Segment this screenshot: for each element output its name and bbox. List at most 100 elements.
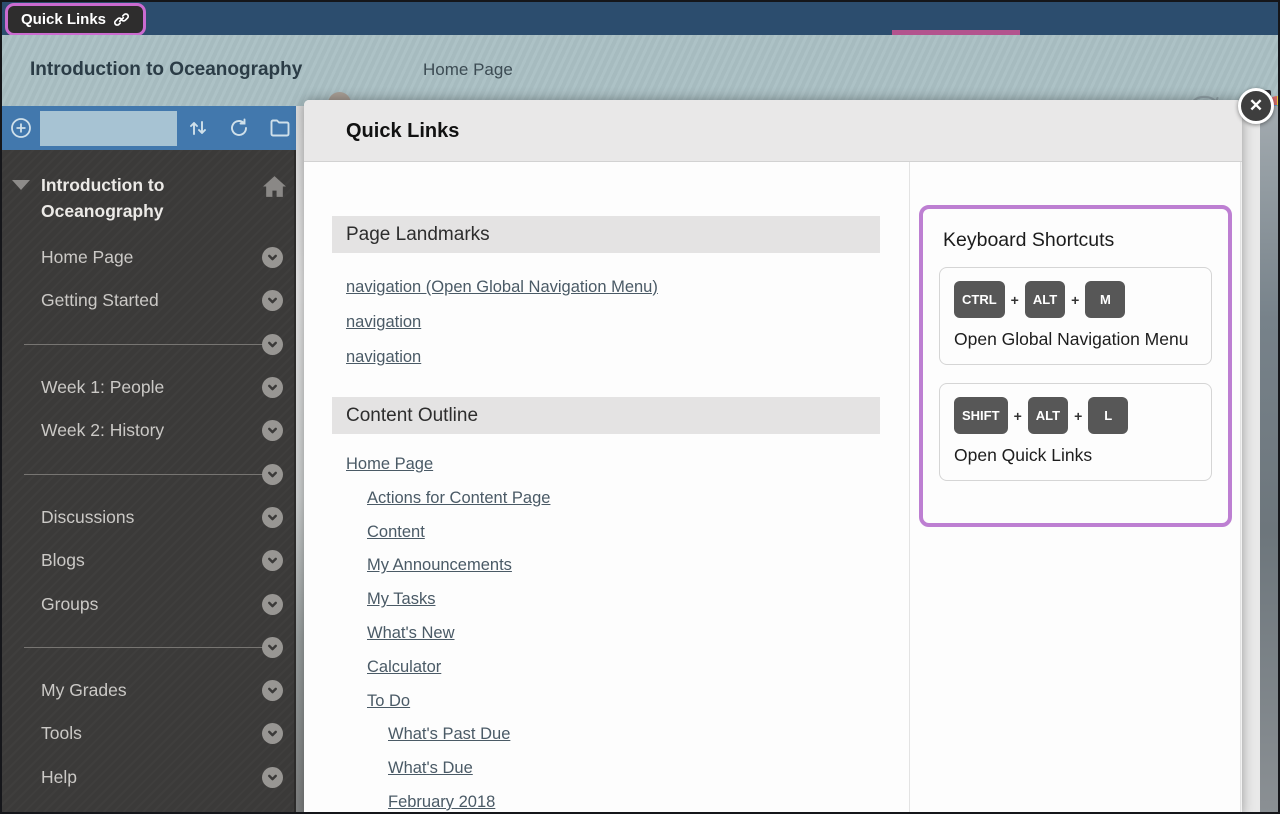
outline-link[interactable]: What's Past Due	[388, 725, 510, 743]
outline-link[interactable]: February 2018	[388, 793, 495, 811]
outline-link[interactable]: My Tasks	[367, 590, 435, 608]
modal-right-column: Keyboard Shortcuts CTRL + ALT + M Open Global…	[910, 162, 1242, 814]
keyboard-shortcuts-panel: Keyboard Shortcuts CTRL + ALT + M Open Global…	[919, 205, 1232, 527]
chevron-down-icon[interactable]	[262, 680, 283, 701]
sidebar-divider	[2, 452, 294, 495]
chevron-down-icon[interactable]	[262, 507, 283, 528]
content-outline-heading: Content Outline	[332, 397, 880, 434]
sidebar-item-label: Getting Started	[41, 290, 159, 311]
keyboard-shortcuts-heading: Keyboard Shortcuts	[943, 229, 1212, 252]
landmark-list: navigation (Open Global Navigation Menu)…	[346, 270, 909, 375]
landmark-link[interactable]: navigation	[346, 348, 421, 366]
divider-line	[24, 344, 268, 345]
keycap-l: L	[1088, 397, 1128, 434]
keycap-shift: SHIFT	[954, 397, 1008, 434]
divider-line	[24, 647, 268, 648]
keycap-alt: ALT	[1028, 397, 1068, 434]
sidebar-item-getting-started[interactable]: Getting Started	[2, 279, 294, 322]
outline-link[interactable]: What's New	[367, 624, 455, 642]
add-icon[interactable]	[9, 116, 33, 140]
page-landmarks-heading: Page Landmarks	[332, 216, 880, 253]
chevron-down-icon[interactable]	[262, 637, 283, 658]
outline-list-item: Content	[346, 516, 909, 550]
caret-down-icon[interactable]	[12, 180, 30, 190]
sidebar-item-label: Blogs	[41, 550, 85, 571]
breadcrumb-page-title: Home Page	[423, 35, 513, 104]
sidebar-item-home-page[interactable]: Home Page	[2, 236, 294, 279]
refresh-icon[interactable]	[227, 116, 251, 140]
top-bar: Quick Links	[2, 2, 1278, 35]
sidebar-toolbar	[2, 106, 297, 150]
shortcut-description: Open Quick Links	[954, 443, 1197, 468]
outline-link[interactable]: Content	[367, 523, 425, 541]
chevron-down-icon[interactable]	[262, 464, 283, 485]
plus-separator: +	[1071, 292, 1079, 308]
outline-list-item: What's Past Due	[346, 718, 909, 752]
outline-link[interactable]: Home Page	[346, 455, 433, 473]
link-icon	[113, 11, 130, 28]
outline-list-item: Home Page	[346, 448, 909, 482]
chevron-down-icon[interactable]	[262, 290, 283, 311]
shortcut-description: Open Global Navigation Menu	[954, 327, 1197, 352]
shortcut-cards: CTRL + ALT + M Open Global Navigation Menu SHI…	[939, 267, 1212, 481]
sidebar-item-label: Week 1: People	[41, 377, 164, 398]
chevron-down-icon[interactable]	[262, 594, 283, 615]
sidebar-item-help[interactable]: Help	[2, 756, 294, 799]
outline-list: Home Page Actions for Content Page Content…	[346, 448, 909, 814]
modal-scrollbar-track[interactable]	[1240, 162, 1242, 814]
landmark-list-item: navigation	[346, 305, 909, 340]
course-header-title: Introduction to Oceanography	[30, 35, 302, 104]
landmark-list-item: navigation (Open Global Navigation Menu)	[346, 270, 909, 305]
sidebar-item-tools[interactable]: Tools	[2, 712, 294, 755]
sidebar-search-box[interactable]	[40, 111, 177, 146]
sort-icon[interactable]	[186, 116, 210, 140]
modal-header: Quick Links	[304, 100, 1242, 162]
landmark-link[interactable]: navigation (Open Global Navigation Menu)	[346, 278, 658, 296]
plus-separator: +	[1011, 292, 1019, 308]
sidebar-item-week-2-history[interactable]: Week 2: History	[2, 409, 294, 452]
sidebar-item-label: Week 2: History	[41, 420, 164, 441]
shortcut-keys: CTRL + ALT + M	[954, 281, 1197, 318]
sidebar-item-my-grades[interactable]: My Grades	[2, 669, 294, 712]
chevron-down-icon[interactable]	[262, 550, 283, 571]
sidebar-item-week-1-people[interactable]: Week 1: People	[2, 366, 294, 409]
plus-separator: +	[1074, 408, 1082, 424]
sidebar-course-title[interactable]: Introduction to Oceanography	[41, 172, 231, 224]
quick-links-button[interactable]: Quick Links	[5, 3, 146, 36]
outline-link[interactable]: Actions for Content Page	[367, 489, 550, 507]
modal-title: Quick Links	[346, 100, 459, 162]
home-icon[interactable]	[262, 175, 287, 198]
sidebar-divider	[2, 323, 294, 366]
shortcut-card: CTRL + ALT + M Open Global Navigation Menu	[939, 267, 1212, 365]
outline-list-item: Actions for Content Page	[346, 482, 909, 516]
outline-list-item: What's New	[346, 617, 909, 651]
chevron-down-icon[interactable]	[262, 420, 283, 441]
sidebar-item-blogs[interactable]: Blogs	[2, 539, 294, 582]
chevron-down-icon[interactable]	[262, 723, 283, 744]
chevron-down-icon[interactable]	[262, 767, 283, 788]
sidebar-item-groups[interactable]: Groups	[2, 582, 294, 625]
folder-icon[interactable]	[268, 116, 292, 140]
quick-links-modal: Quick Links ✕ Page Landmarks navigation …	[304, 100, 1242, 814]
outline-list-item: Calculator	[346, 651, 909, 685]
sidebar-item-label: Tools	[41, 723, 82, 744]
outline-list-item: My Announcements	[346, 549, 909, 583]
keycap-m: M	[1085, 281, 1125, 318]
keycap-ctrl: CTRL	[954, 281, 1005, 318]
landmark-link[interactable]: navigation	[346, 313, 421, 331]
outline-link[interactable]: What's Due	[388, 759, 473, 777]
outline-list-item: My Tasks	[346, 583, 909, 617]
chevron-down-icon[interactable]	[262, 247, 283, 268]
sidebar-item-label: My Grades	[41, 680, 127, 701]
sidebar-menu: Home Page Getting Started Week 1: People We…	[2, 236, 294, 799]
outline-link[interactable]: Calculator	[367, 658, 441, 676]
outline-link[interactable]: My Announcements	[367, 556, 512, 574]
keycap-alt: ALT	[1025, 281, 1065, 318]
chevron-down-icon[interactable]	[262, 334, 283, 355]
close-icon[interactable]: ✕	[1238, 88, 1274, 124]
sidebar-item-discussions[interactable]: Discussions	[2, 496, 294, 539]
page-background-right	[1260, 106, 1280, 814]
outline-list-item: What's Due	[346, 752, 909, 786]
outline-link[interactable]: To Do	[367, 692, 410, 710]
chevron-down-icon[interactable]	[262, 377, 283, 398]
